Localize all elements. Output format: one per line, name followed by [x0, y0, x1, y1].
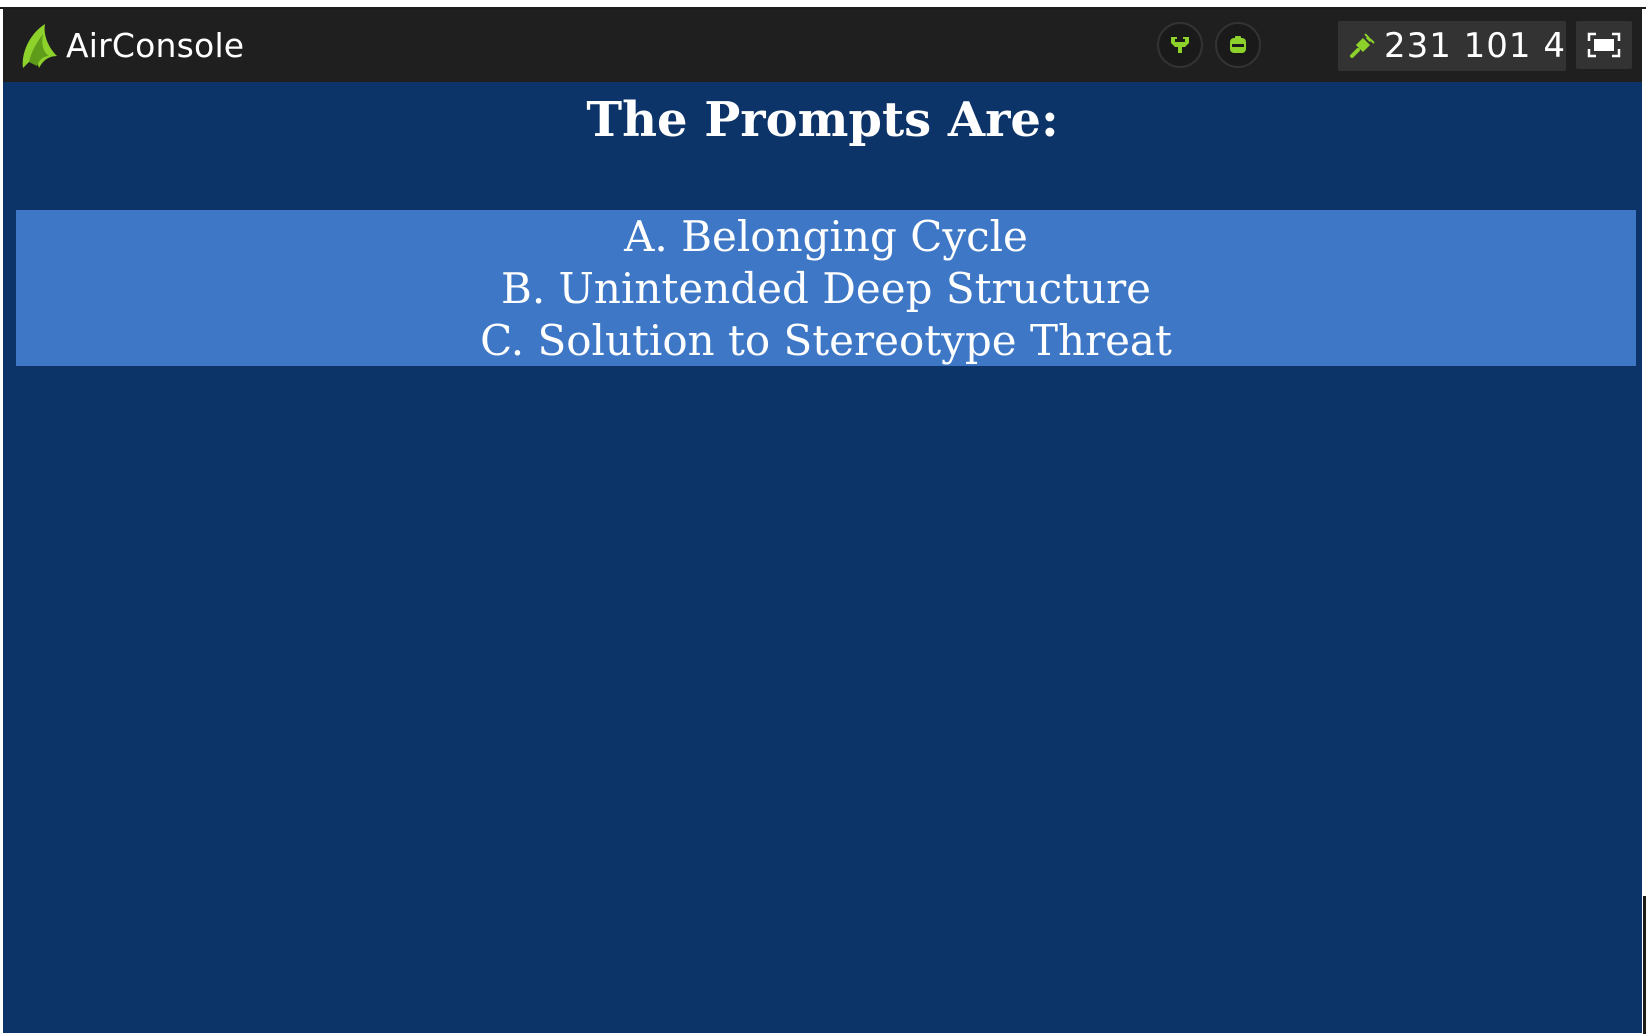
join-code-value: 231 101 4 [1383, 26, 1566, 66]
controller-icon [1171, 37, 1189, 53]
prompt-option-c: C. Solution to Stereotype Threat [480, 316, 1172, 365]
player-button[interactable] [1215, 22, 1261, 68]
prompt-option-b: B. Unintended Deep Structure [500, 264, 1152, 313]
fullscreen-button[interactable] [1576, 21, 1632, 69]
player-icon [1230, 36, 1246, 53]
airconsole-brand-name: AirConsole [66, 26, 245, 65]
prompts-list: A. Belonging Cycle B. Unintended Deep St… [16, 211, 1636, 367]
controller-button[interactable] [1157, 22, 1203, 68]
connect-plug-icon [1349, 33, 1375, 58]
prompts-heading: The Prompts Are: [586, 92, 1059, 148]
airconsole-logo[interactable]: AirConsole [19, 22, 244, 70]
prompt-option-a: A. Belonging Cycle [624, 212, 1028, 261]
airconsole-logo-icon [22, 24, 58, 68]
top-edge-line [0, 0, 1646, 9]
fullscreen-icon [1587, 32, 1621, 58]
join-code-box[interactable]: 231 101 4 [1338, 21, 1566, 71]
game-window: AirConsole 231 101 4 The Prompts Are: A.… [3, 9, 1642, 1033]
screen-frame: AirConsole 231 101 4 The Prompts Are: A.… [0, 0, 1646, 1034]
prompts-panel: A. Belonging Cycle B. Unintended Deep St… [16, 210, 1636, 366]
airconsole-topbar: AirConsole 231 101 4 [3, 9, 1642, 82]
